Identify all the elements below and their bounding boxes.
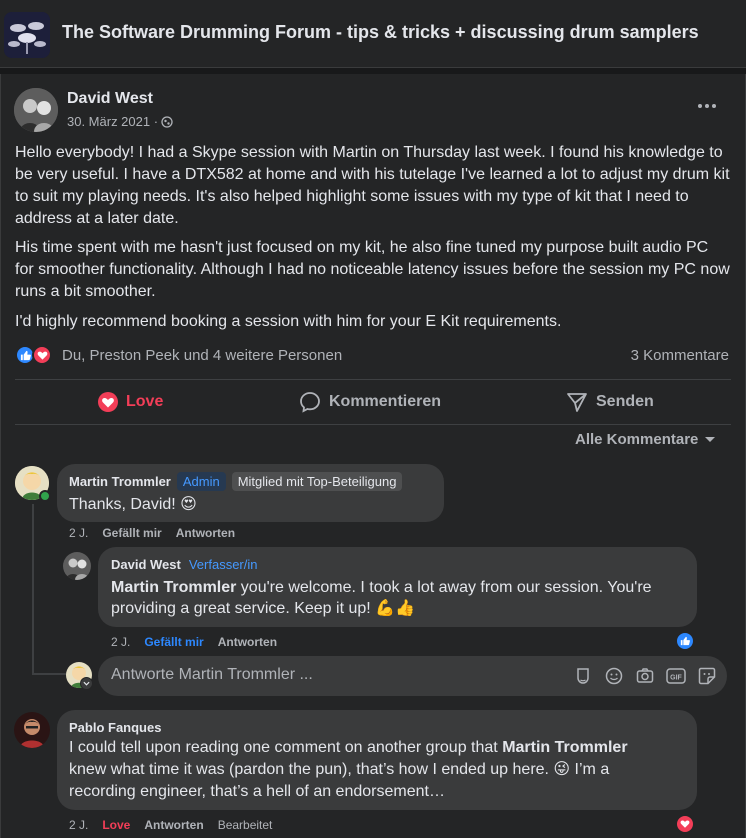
commenter-name[interactable]: Pablo Fanques [69,720,161,735]
camera-icon[interactable] [635,666,655,686]
globe-icon [161,115,173,128]
comment-text: I could tell upon reading one comment on… [69,737,669,803]
thread-line [32,673,66,675]
comment-sort-dropdown[interactable]: Alle Kommentare [575,431,716,448]
reaction-icons[interactable] [15,344,59,366]
sticker-icon[interactable] [697,666,717,686]
top-contributor-badge: Mitglied mit Top-Beteiligung [231,472,403,491]
more-dot-icon [712,104,716,108]
commenter-name[interactable]: Martin Trommler [69,474,171,489]
group-title[interactable]: The Software Drumming Forum - tips & tri… [62,22,699,43]
comment-time[interactable]: 2 J. [69,818,88,832]
like-comment-button[interactable]: Gefällt mir [102,526,161,540]
divider [15,424,731,425]
reactions-summary: Du, Preston Peek und 4 weitere Personen … [15,344,731,368]
comment-text: Thanks, David! 😍 [69,496,197,513]
more-dot-icon [705,104,709,108]
comment-label: Kommentieren [329,393,442,410]
profile-switch-chevron-icon[interactable] [80,677,93,690]
comment-count[interactable]: 3 Kommentare [631,347,729,364]
author-name[interactable]: David West [67,90,153,108]
more-options-button[interactable] [693,98,721,114]
love-icon [98,392,118,412]
mention-link[interactable]: Martin Trommler [502,739,627,756]
post-paragraph-3: I'd highly recommend booking a session w… [15,313,562,330]
group-header: The Software Drumming Forum - tips & tri… [0,0,746,68]
comment-text-after: knew what time it was (pardon the pun), … [69,761,610,800]
author-avatar[interactable] [14,88,58,132]
comment-bubble: Pablo Fanques I could tell upon reading … [57,710,697,810]
reactors-text[interactable]: Du, Preston Peek und 4 weitere Personen [62,347,342,364]
reply-meta: 2 J. Gefällt mir Antworten [111,635,277,649]
online-status-dot [39,490,51,502]
reply-like-reaction-icon[interactable] [675,631,695,651]
comment-bubble-icon [300,392,320,413]
comment-meta: 2 J. Gefällt mir Antworten [69,526,235,540]
svg-text:GIF: GIF [670,675,682,682]
love-label: Love [126,393,164,410]
sort-label: Alle Kommentare [575,431,699,448]
send-icon [567,393,587,412]
reply-bubble: David West Verfasser/in Martin Trommler … [98,547,697,627]
commenter-avatar[interactable] [14,712,50,748]
reply-button[interactable]: Antworten [218,635,277,649]
more-dot-icon [698,104,702,108]
comment-bubble: Martin Trommler Admin Mitglied mit Top-B… [57,464,444,522]
mention-link[interactable]: Martin Trommler [111,579,236,596]
drum-kit-icon [4,12,50,58]
reply-text: Martin Trommler you're welcome. I took a… [111,577,686,619]
comment-time[interactable]: 2 J. [69,526,88,540]
send-label: Senden [596,393,654,410]
caret-down-icon [705,436,716,442]
sticker-avatar-icon[interactable] [573,666,593,686]
replier-avatar[interactable] [63,552,91,580]
post-date[interactable]: 30. März 2021 · [67,114,173,129]
thread-line [32,504,34,674]
comment-text-before: I could tell upon reading one comment on… [69,739,503,756]
divider [15,379,731,380]
emoji-icon[interactable] [604,666,624,686]
replier-name[interactable]: David West [111,557,181,572]
comment-meta: 2 J. Love Antworten Bearbeitet [69,818,272,832]
love-reaction-icon [32,345,52,365]
reply-input[interactable] [111,666,511,684]
reply-time[interactable]: 2 J. [111,635,130,649]
send-button[interactable]: Senden [566,382,654,422]
gif-icon[interactable]: GIF [666,666,686,686]
admin-badge: Admin [176,472,226,491]
reply-composer: GIF [98,656,727,696]
love-comment-button[interactable]: Love [102,818,130,832]
reply-button[interactable]: Antworten [176,526,235,540]
post-date-text: 30. März 2021 · [67,114,159,129]
author-badge: Verfasser/in [188,557,258,572]
reply-button[interactable]: Antworten [144,818,203,832]
like-reply-button[interactable]: Gefällt mir [144,635,203,649]
post-paragraph-1: Hello everybody! I had a Skype session w… [15,144,730,227]
comment-button[interactable]: Kommentieren [299,382,441,422]
post-paragraph-2: His time spent with me hasn't just focus… [15,239,730,300]
edited-label: Bearbeitet [217,818,273,832]
comment-love-reaction-icon[interactable] [675,814,695,834]
post-card: David West 30. März 2021 · Hello everybo… [0,74,746,838]
group-thumbnail[interactable] [4,12,50,58]
love-button[interactable]: Love [98,382,163,422]
